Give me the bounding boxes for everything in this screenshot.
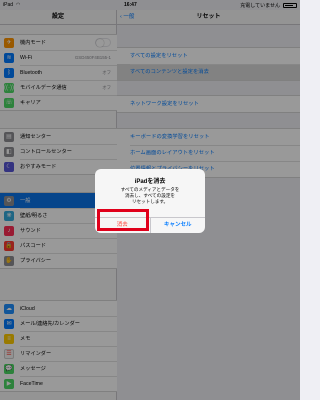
alert-title: iPadを消去 xyxy=(134,179,166,185)
alert-message: すべてのメディアとデータを 消去し、すべての設定を リセットします。 xyxy=(120,187,180,204)
erase-button-highlight xyxy=(97,209,149,231)
cancel-button[interactable]: キャンセル xyxy=(149,218,206,233)
